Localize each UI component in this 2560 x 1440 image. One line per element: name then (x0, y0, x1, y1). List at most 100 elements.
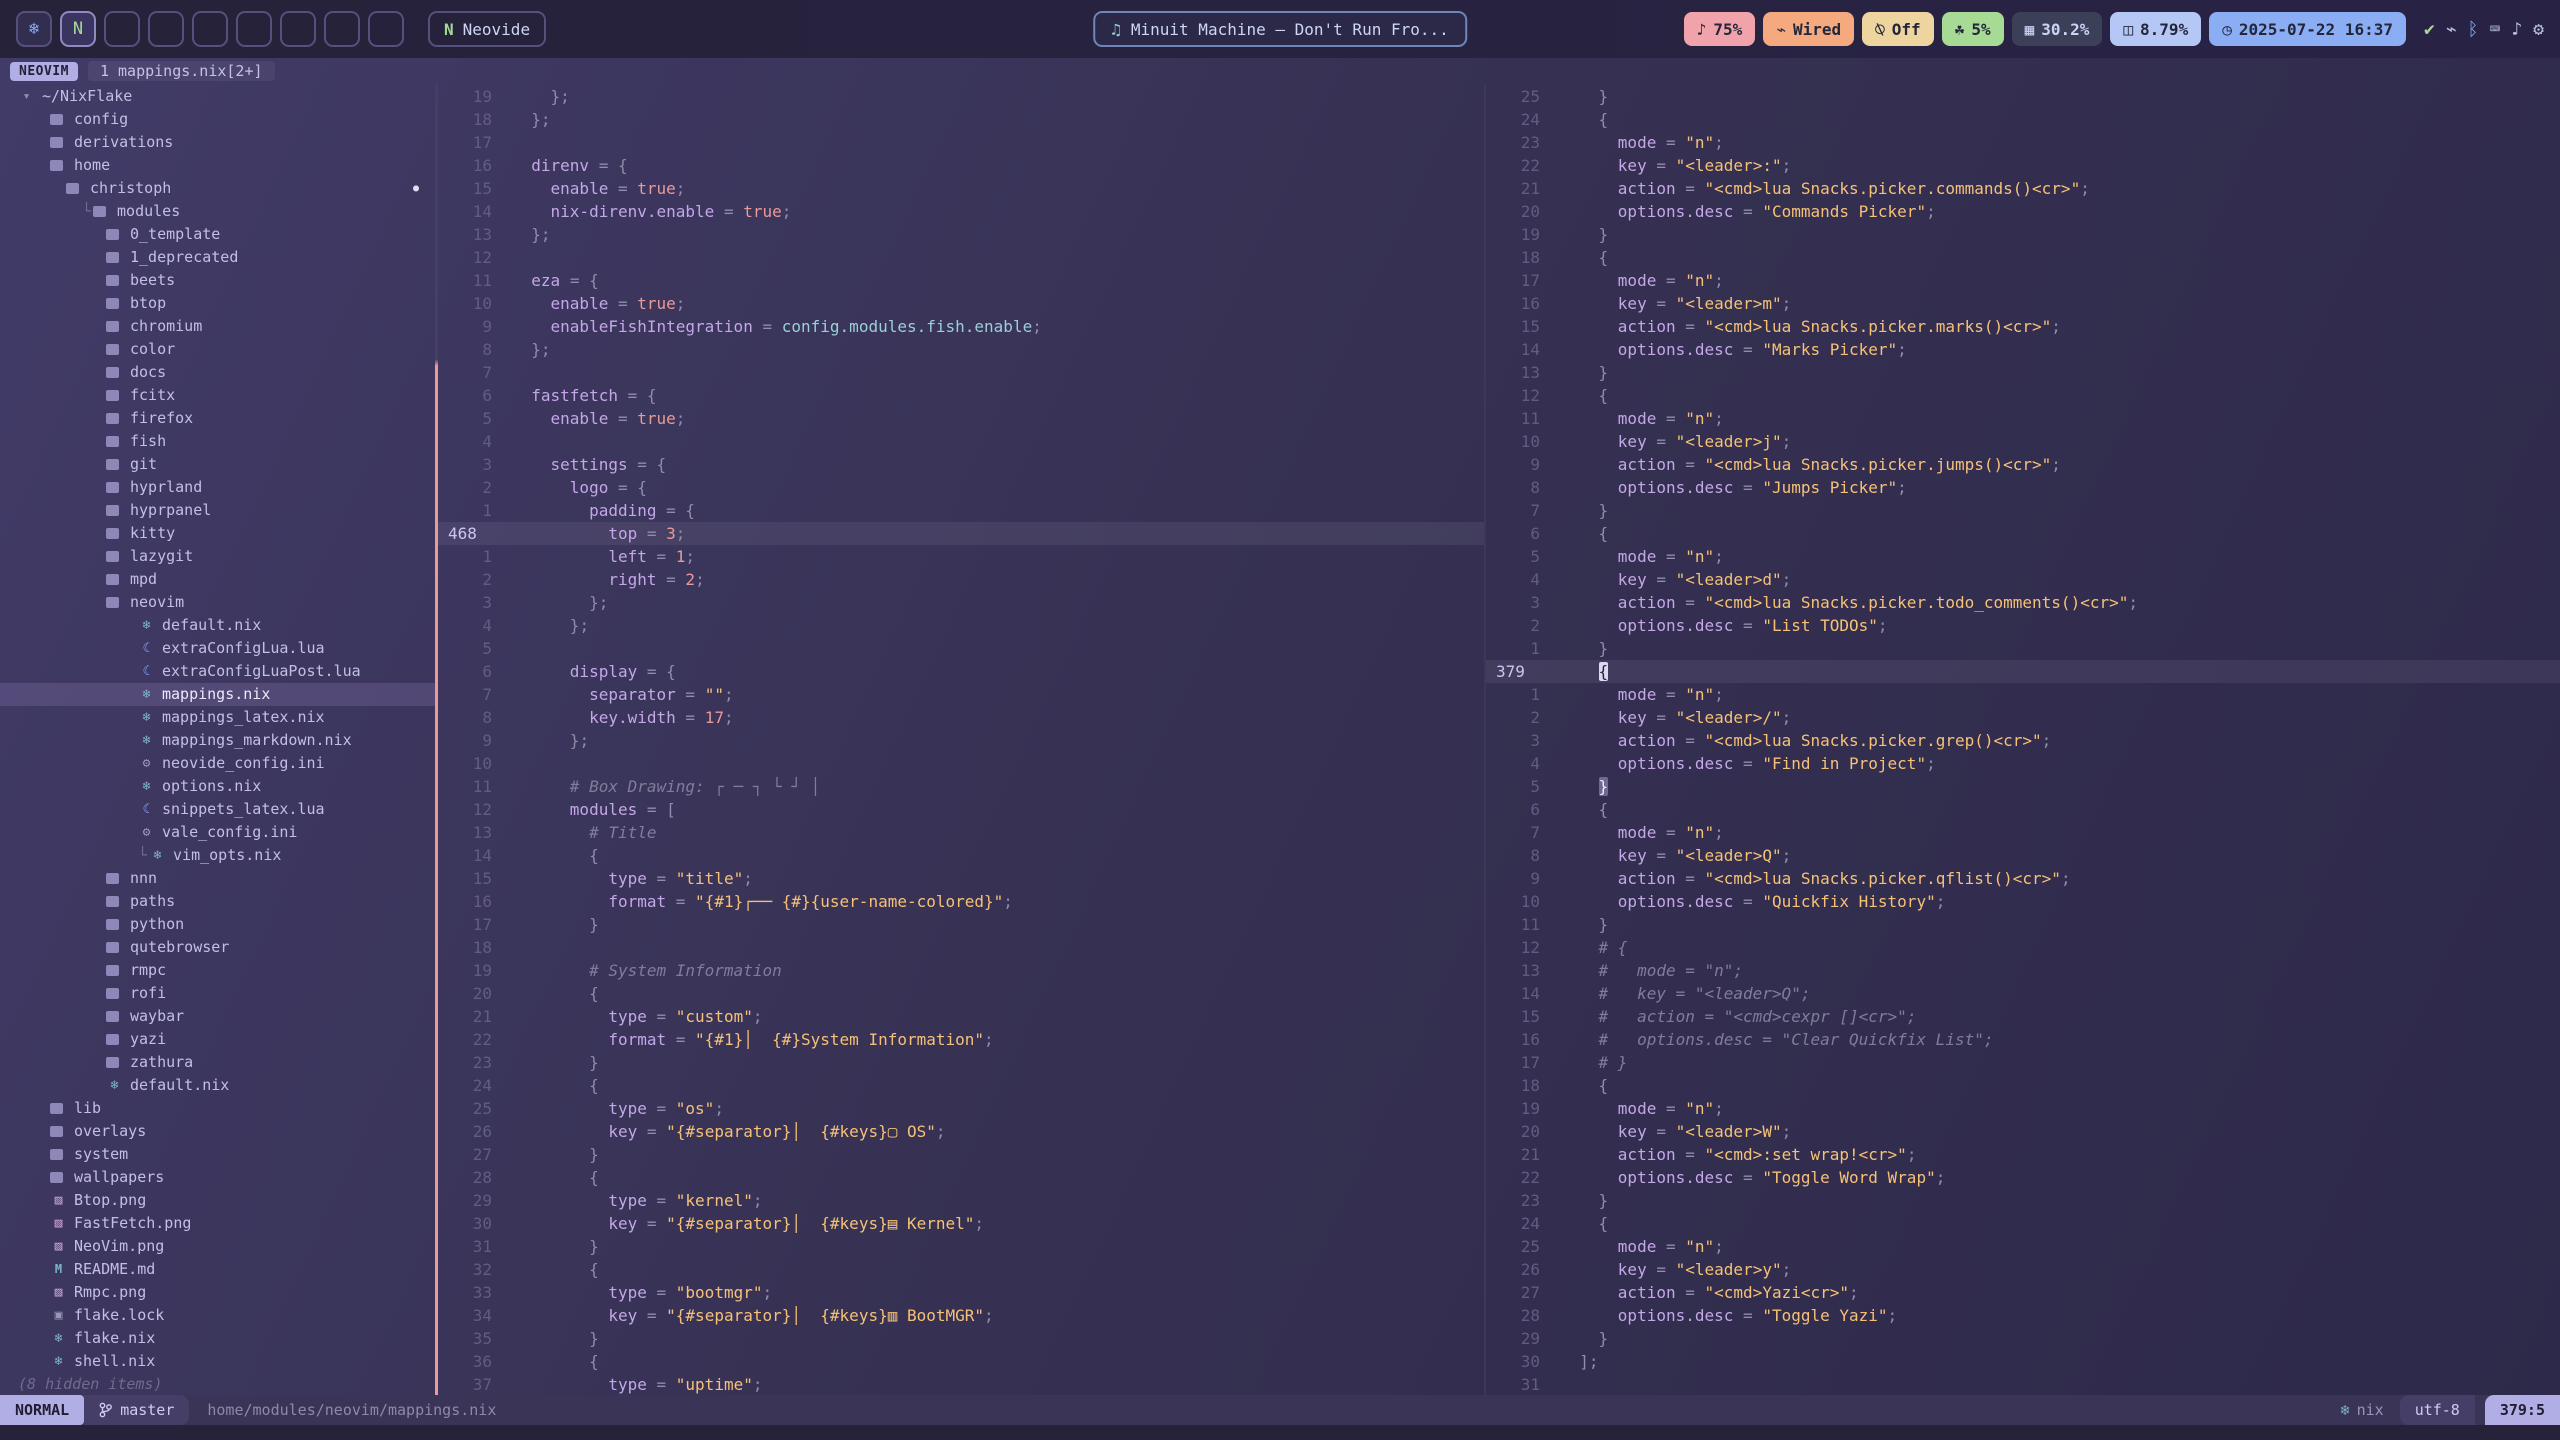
code-line[interactable]: 19 } (1486, 223, 2560, 246)
tree-item-chromium[interactable]: chromium (0, 315, 435, 338)
code-line[interactable]: 7 mode = "n"; (1486, 821, 2560, 844)
code-line[interactable]: 12 modules = [ (438, 798, 1484, 821)
code-line[interactable]: 9 enableFishIntegration = config.modules… (438, 315, 1484, 338)
tree-item-lazygit[interactable]: lazygit (0, 545, 435, 568)
tree-item-neovim[interactable]: neovim (0, 591, 435, 614)
code-line[interactable]: 2 options.desc = "List TODOs"; (1486, 614, 2560, 637)
workspace-button[interactable] (192, 11, 228, 47)
code-line[interactable]: 14 # key = "<leader>Q"; (1486, 982, 2560, 1005)
code-line[interactable]: 18 { (1486, 246, 2560, 269)
code-line[interactable]: 10 (438, 752, 1484, 775)
tree-item-mappings_markdown.nix[interactable]: ❄mappings_markdown.nix (0, 729, 435, 752)
code-line[interactable]: 18 (438, 936, 1484, 959)
tree-item-modules[interactable]: └modules (0, 200, 435, 223)
tab-mappings-nix[interactable]: 1 mappings.nix[2+] (88, 61, 275, 81)
code-line[interactable]: 16 # options.desc = "Clear Quickfix List… (1486, 1028, 2560, 1051)
code-line[interactable]: 5 mode = "n"; (1486, 545, 2560, 568)
tree-item-~NixFlake[interactable]: ▾~/NixFlake (0, 85, 435, 108)
code-line[interactable]: 13 } (1486, 361, 2560, 384)
code-line[interactable]: 9 action = "<cmd>lua Snacks.picker.qflis… (1486, 867, 2560, 890)
code-line[interactable]: 27 action = "<cmd>Yazi<cr>"; (1486, 1281, 2560, 1304)
code-line[interactable]: 25 type = "os"; (438, 1097, 1484, 1120)
power-saver-module[interactable]: ☘5% (1942, 12, 2004, 46)
tree-item-default.nix[interactable]: ❄default.nix (0, 1074, 435, 1097)
code-line[interactable]: 9 action = "<cmd>lua Snacks.picker.jumps… (1486, 453, 2560, 476)
tree-item-nnn[interactable]: nnn (0, 867, 435, 890)
code-line[interactable]: 20 options.desc = "Commands Picker"; (1486, 200, 2560, 223)
code-line[interactable]: 15 enable = true; (438, 177, 1484, 200)
tree-item-overlays[interactable]: overlays (0, 1120, 435, 1143)
code-line[interactable]: 18 }; (438, 108, 1484, 131)
code-line[interactable]: 379 { (1486, 660, 2560, 683)
tree-item-FastFetch.png[interactable]: ▨FastFetch.png (0, 1212, 435, 1235)
tree-item-0_template[interactable]: 0_template (0, 223, 435, 246)
workspace-button[interactable]: ❄ (16, 11, 52, 47)
code-line[interactable]: 8 }; (438, 338, 1484, 361)
code-line[interactable]: 25 mode = "n"; (1486, 1235, 2560, 1258)
code-line[interactable]: 4 (438, 430, 1484, 453)
network-module[interactable]: ⌁Wired (1763, 12, 1854, 46)
workspace-button[interactable] (236, 11, 272, 47)
code-line[interactable]: 23 } (438, 1051, 1484, 1074)
code-line[interactable]: 12 { (1486, 384, 2560, 407)
code-line[interactable]: 29 } (1486, 1327, 2560, 1350)
code-line[interactable]: 5 (438, 637, 1484, 660)
code-line[interactable]: 27 } (438, 1143, 1484, 1166)
code-line[interactable]: 468 top = 3; (438, 522, 1484, 545)
editor-left-pane[interactable]: 19 };18 };1716 direnv = {15 enable = tru… (438, 84, 1484, 1395)
workspace-button[interactable] (148, 11, 184, 47)
idle-inhibitor-module[interactable]: ⍉Off (1862, 12, 1934, 46)
workspace-button[interactable]: N (60, 11, 96, 47)
code-line[interactable]: 9 }; (438, 729, 1484, 752)
tree-item-neovide_config.ini[interactable]: ⚙neovide_config.ini (0, 752, 435, 775)
clock-module[interactable]: ◷2025-07-22 16:37 (2209, 12, 2406, 46)
code-line[interactable]: 5 } (1486, 775, 2560, 798)
code-line[interactable]: 14 options.desc = "Marks Picker"; (1486, 338, 2560, 361)
tree-item-Rmpc.png[interactable]: ▨Rmpc.png (0, 1281, 435, 1304)
tree-item-1_deprecated[interactable]: 1_deprecated (0, 246, 435, 269)
code-line[interactable]: 6 { (1486, 798, 2560, 821)
volume-module[interactable]: ♪75% (1684, 12, 1756, 46)
code-line[interactable]: 19 }; (438, 85, 1484, 108)
code-line[interactable]: 24 { (438, 1074, 1484, 1097)
tree-item-zathura[interactable]: zathura (0, 1051, 435, 1074)
code-line[interactable]: 1 left = 1; (438, 545, 1484, 568)
code-line[interactable]: 14 nix-direnv.enable = true; (438, 200, 1484, 223)
tree-item-extraConfigLuaPost.lua[interactable]: ☾extraConfigLuaPost.lua (0, 660, 435, 683)
code-line[interactable]: 8 options.desc = "Jumps Picker"; (1486, 476, 2560, 499)
tree-item-git[interactable]: git (0, 453, 435, 476)
code-line[interactable]: 15 type = "title"; (438, 867, 1484, 890)
tree-item-system[interactable]: system (0, 1143, 435, 1166)
tree-item-hyprland[interactable]: hyprland (0, 476, 435, 499)
check-icon[interactable]: ✔ (2424, 19, 2435, 40)
code-line[interactable]: 3 settings = { (438, 453, 1484, 476)
code-line[interactable]: 14 { (438, 844, 1484, 867)
code-line[interactable]: 21 action = "<cmd>lua Snacks.picker.comm… (1486, 177, 2560, 200)
code-line[interactable]: 11 eza = { (438, 269, 1484, 292)
code-line[interactable]: 2 key = "<leader>/"; (1486, 706, 2560, 729)
code-line[interactable]: 30 key = "{#separator}│ {#keys}▤ Kernel"… (438, 1212, 1484, 1235)
code-line[interactable]: 12 # { (1486, 936, 2560, 959)
code-line[interactable]: 36 { (438, 1350, 1484, 1373)
code-line[interactable]: 19 # System Information (438, 959, 1484, 982)
tree-item-color[interactable]: color (0, 338, 435, 361)
tree-item-yazi[interactable]: yazi (0, 1028, 435, 1051)
workspace-button[interactable] (280, 11, 316, 47)
tree-item-Btop.png[interactable]: ▨Btop.png (0, 1189, 435, 1212)
focused-app-chip[interactable]: N Neovide (428, 11, 546, 47)
code-line[interactable]: 4 options.desc = "Find in Project"; (1486, 752, 2560, 775)
tree-item-btop[interactable]: btop (0, 292, 435, 315)
code-line[interactable]: 11 mode = "n"; (1486, 407, 2560, 430)
tree-item-wallpapers[interactable]: wallpapers (0, 1166, 435, 1189)
tree-item-firefox[interactable]: firefox (0, 407, 435, 430)
code-line[interactable]: 34 key = "{#separator}│ {#keys}▥ BootMGR… (438, 1304, 1484, 1327)
code-line[interactable]: 6 fastfetch = { (438, 384, 1484, 407)
code-line[interactable]: 26 key = "{#separator}│ {#keys}▢ OS"; (438, 1120, 1484, 1143)
tree-item-mappings.nix[interactable]: ❄mappings.nix (0, 683, 435, 706)
code-line[interactable]: 13 # Title (438, 821, 1484, 844)
code-line[interactable]: 4 key = "<leader>d"; (1486, 568, 2560, 591)
code-line[interactable]: 4 }; (438, 614, 1484, 637)
code-line[interactable]: 6 { (1486, 522, 2560, 545)
code-line[interactable]: 3 action = "<cmd>lua Snacks.picker.grep(… (1486, 729, 2560, 752)
tree-item-paths[interactable]: paths (0, 890, 435, 913)
